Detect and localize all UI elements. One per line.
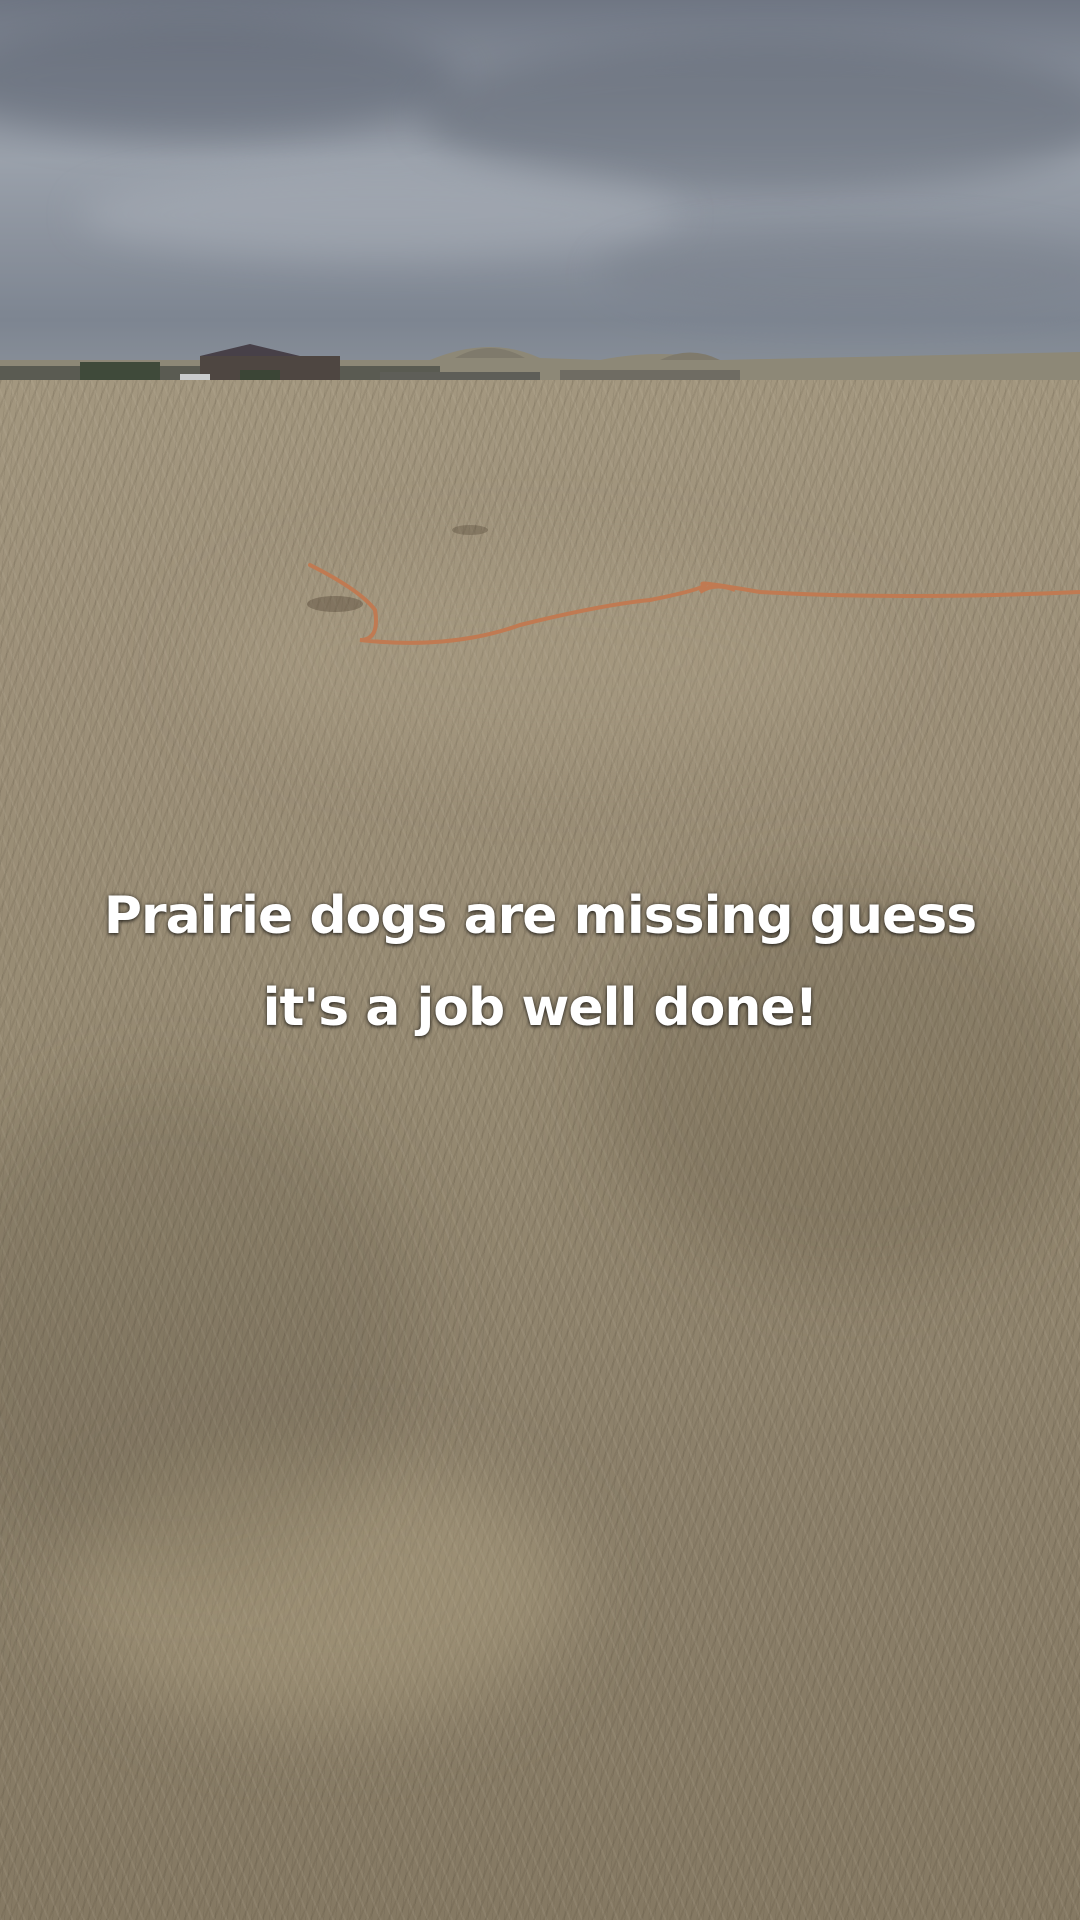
caption-line-2: it's a job well done! <box>262 978 819 1038</box>
garden-hose <box>307 525 1080 645</box>
caption-line-1: Prairie dogs are missing guess <box>103 886 977 946</box>
video-frame: Prairie dogs are missing guess it's a jo… <box>0 0 1080 1920</box>
